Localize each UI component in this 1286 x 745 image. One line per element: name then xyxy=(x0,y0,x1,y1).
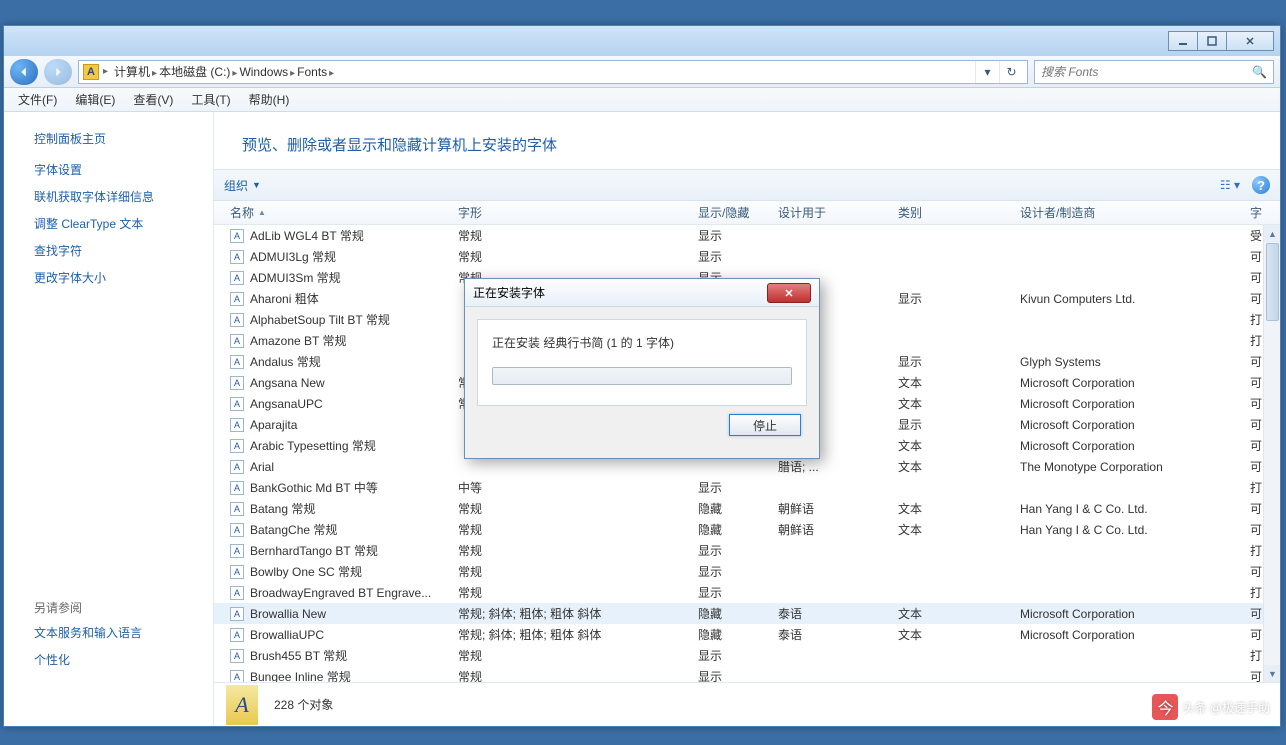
breadcrumb-item[interactable]: 计算机 xyxy=(112,63,152,81)
font-icon: A xyxy=(230,250,244,264)
sidebar-link[interactable]: 联机获取字体详细信息 xyxy=(34,188,205,205)
menubar: 文件(F)编辑(E)查看(V)工具(T)帮助(H) xyxy=(4,88,1280,112)
font-row[interactable]: AAdLib WGL4 BT 常规常规显示受 xyxy=(214,225,1280,246)
font-row[interactable]: ABankGothic Md BT 中等中等显示打 xyxy=(214,477,1280,498)
breadcrumb-item[interactable]: 本地磁盘 (C:) xyxy=(157,63,232,81)
dialog-close-button[interactable] xyxy=(767,283,811,303)
font-row[interactable]: AArial腊语; ...文本The Monotype Corporation可 xyxy=(214,456,1280,477)
font-icon: A xyxy=(230,565,244,579)
font-folder-icon: A xyxy=(226,685,258,725)
menu-item[interactable]: 工具(T) xyxy=(183,88,238,111)
folder-icon: A xyxy=(83,64,99,80)
scroll-thumb[interactable] xyxy=(1266,243,1279,321)
font-icon: A xyxy=(230,397,244,411)
sidebar-link[interactable]: 更改字体大小 xyxy=(34,269,205,286)
titlebar xyxy=(4,26,1280,56)
status-bar: A 228 个对象 今头条 @极速手助 xyxy=(214,682,1280,726)
dialog-message: 正在安装 经典行书简 (1 的 1 字体) xyxy=(492,334,792,351)
font-icon: A xyxy=(230,292,244,306)
font-icon: A xyxy=(230,460,244,474)
col-design[interactable]: 设计用于 xyxy=(770,204,890,221)
font-row[interactable]: ABroadwayEngraved BT Engrave...常规显示打 xyxy=(214,582,1280,603)
seealso-link[interactable]: 个性化 xyxy=(34,651,205,668)
scroll-up-button[interactable]: ▲ xyxy=(1264,225,1280,242)
sidebar-link[interactable]: 查找字符 xyxy=(34,242,205,259)
font-icon: A xyxy=(230,313,244,327)
font-row[interactable]: ABrush455 BT 常规常规显示打 xyxy=(214,645,1280,666)
font-icon: A xyxy=(230,481,244,495)
scrollbar[interactable]: ▲ ▼ xyxy=(1263,225,1280,682)
stop-button[interactable]: 停止 xyxy=(729,414,801,436)
breadcrumb-item[interactable]: Windows xyxy=(237,63,290,81)
font-icon: A xyxy=(230,334,244,348)
font-icon: A xyxy=(230,502,244,516)
column-headers: 名称 字形 显示/隐藏 设计用于 类别 设计者/制造商 字 xyxy=(214,201,1280,225)
refresh-button[interactable]: ↻ xyxy=(999,61,1023,83)
install-dialog: 正在安装字体 正在安装 经典行书简 (1 的 1 字体) 停止 xyxy=(464,278,820,459)
font-row[interactable]: ABowlby One SC 常规常规显示可 xyxy=(214,561,1280,582)
sidebar: 控制面板主页 字体设置联机获取字体详细信息调整 ClearType 文本查找字符… xyxy=(4,112,214,726)
menu-item[interactable]: 查看(V) xyxy=(125,88,181,111)
minimize-button[interactable] xyxy=(1168,31,1198,51)
font-icon: A xyxy=(230,418,244,432)
menu-item[interactable]: 编辑(E) xyxy=(67,88,123,111)
dialog-title: 正在安装字体 xyxy=(465,279,819,307)
font-row[interactable]: ABernhardTango BT 常规常规显示打 xyxy=(214,540,1280,561)
watermark: 今头条 @极速手助 xyxy=(1152,694,1270,720)
back-button[interactable] xyxy=(10,59,38,85)
search-input[interactable] xyxy=(1041,65,1252,79)
progress-bar xyxy=(492,367,792,385)
navbar: A ▸ 计算机▸本地磁盘 (C:)▸Windows▸Fonts▸ ▾ ↻ 🔍 xyxy=(4,56,1280,88)
font-row[interactable]: ABatangChe 常规常规隐藏朝鲜语文本Han Yang I & C Co.… xyxy=(214,519,1280,540)
dropdown-button[interactable]: ▾ xyxy=(975,61,999,83)
font-icon: A xyxy=(230,586,244,600)
menu-item[interactable]: 帮助(H) xyxy=(241,88,298,111)
address-bar[interactable]: A ▸ 计算机▸本地磁盘 (C:)▸Windows▸Fonts▸ ▾ ↻ xyxy=(78,60,1028,84)
sidebar-link[interactable]: 调整 ClearType 文本 xyxy=(34,215,205,232)
font-icon: A xyxy=(230,523,244,537)
maximize-button[interactable] xyxy=(1197,31,1227,51)
font-row[interactable]: ABatang 常规常规隐藏朝鲜语文本Han Yang I & C Co. Lt… xyxy=(214,498,1280,519)
font-icon: A xyxy=(230,439,244,453)
font-row[interactable]: ABrowallia New常规; 斜体; 粗体; 粗体 斜体隐藏泰语文本Mic… xyxy=(214,603,1280,624)
font-icon: A xyxy=(230,670,244,683)
page-title: 预览、删除或者显示和隐藏计算机上安装的字体 xyxy=(214,112,1280,169)
font-icon: A xyxy=(230,271,244,285)
col-show[interactable]: 显示/隐藏 xyxy=(690,204,770,221)
font-icon: A xyxy=(230,607,244,621)
font-icon: A xyxy=(230,649,244,663)
sidebar-home[interactable]: 控制面板主页 xyxy=(34,130,205,147)
forward-button[interactable] xyxy=(44,59,72,85)
sidebar-link[interactable]: 字体设置 xyxy=(34,161,205,178)
font-icon: A xyxy=(230,544,244,558)
seealso-label: 另请参阅 xyxy=(34,599,205,616)
font-row[interactable]: ABrowalliaUPC常规; 斜体; 粗体; 粗体 斜体隐藏泰语文本Micr… xyxy=(214,624,1280,645)
help-button[interactable]: ? xyxy=(1252,176,1270,194)
menu-item[interactable]: 文件(F) xyxy=(10,88,65,111)
col-name[interactable]: 名称 xyxy=(222,204,450,221)
search-box[interactable]: 🔍 xyxy=(1034,60,1274,84)
col-style[interactable]: 字形 xyxy=(450,204,690,221)
chevron-right-icon[interactable]: ▸ xyxy=(103,66,108,77)
font-icon: A xyxy=(230,628,244,642)
font-icon: A xyxy=(230,229,244,243)
col-maker[interactable]: 设计者/制造商 xyxy=(1012,204,1242,221)
font-row[interactable]: AADMUI3Lg 常规常规显示可 xyxy=(214,246,1280,267)
seealso-link[interactable]: 文本服务和输入语言 xyxy=(34,624,205,641)
search-icon: 🔍 xyxy=(1252,65,1267,79)
chevron-right-icon[interactable]: ▸ xyxy=(329,68,334,79)
font-row[interactable]: ABungee Inline 常规常规显示可 xyxy=(214,666,1280,682)
font-icon: A xyxy=(230,355,244,369)
status-text: 228 个对象 xyxy=(274,696,333,713)
toolbar: 组织 ▼ ☷ ▾ ? xyxy=(214,169,1280,201)
chevron-down-icon: ▼ xyxy=(252,180,261,190)
close-button[interactable] xyxy=(1226,31,1274,51)
font-icon: A xyxy=(230,376,244,390)
breadcrumb-item[interactable]: Fonts xyxy=(295,63,329,81)
scroll-down-button[interactable]: ▼ xyxy=(1264,665,1280,682)
view-button[interactable]: ☷ ▾ xyxy=(1220,178,1240,192)
organize-button[interactable]: 组织 ▼ xyxy=(224,177,261,194)
col-category[interactable]: 类别 xyxy=(890,204,1012,221)
col-emb[interactable]: 字 xyxy=(1242,204,1272,221)
